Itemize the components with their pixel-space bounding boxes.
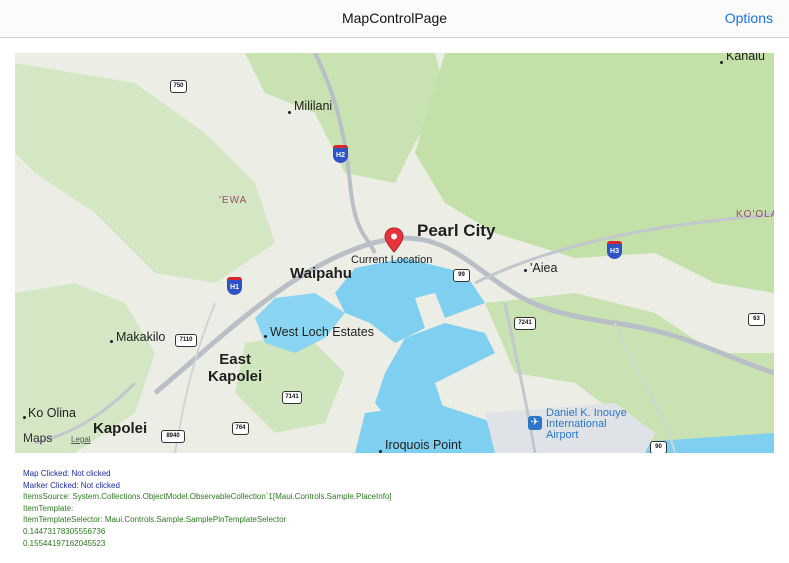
interstate-h1-icon: H1 [227, 277, 242, 295]
label-waipahu: Waipahu [290, 265, 352, 282]
map-view[interactable]: Kahalu Mililani 'EWA KO'OLA Pearl City C… [15, 53, 774, 453]
label-west-loch: West Loch Estates [270, 325, 374, 339]
page-title: MapControlPage [341, 10, 448, 26]
west-loch-dot [264, 335, 267, 338]
info-panel: Map Clicked: Not clicked Marker Clicked:… [23, 468, 392, 549]
options-button[interactable]: Options [725, 10, 773, 26]
apple-maps-logo: Maps [23, 431, 53, 445]
value-text-2: 0.15544197162045523 [23, 538, 106, 548]
interstate-h3-icon: H3 [607, 241, 622, 259]
item-template-selector-text: ItemTemplateSelector: Maui.Controls.Samp… [23, 515, 287, 525]
route-99-icon: 99 [453, 269, 470, 282]
map-clicked-text: Map Clicked: Not clicked [23, 469, 111, 478]
route-7110-icon: 7110 [175, 334, 197, 347]
label-makakilo: Makakilo [116, 330, 166, 344]
label-ko-olina: Ko Olina [28, 406, 76, 420]
marker-clicked-text: Marker Clicked: Not clicked [23, 480, 120, 490]
label-aiea: 'Aiea [530, 261, 558, 275]
route-7241-icon: 7241 [514, 317, 536, 330]
ko-olina-dot [23, 416, 26, 419]
airplane-icon: ✈ [528, 416, 542, 430]
route-63-icon: 63 [748, 313, 765, 326]
legal-link[interactable]: Legal [71, 435, 91, 444]
route-764-icon: 764 [232, 422, 249, 435]
route-8940-icon: 8940 [161, 430, 185, 443]
label-current-location: Current Location [351, 254, 433, 266]
item-template-text: ItemTemplate: [23, 503, 74, 513]
location-pin-icon[interactable] [384, 227, 404, 253]
label-mililani: Mililani [294, 99, 333, 113]
label-iroquois-point: Iroquois Point [385, 438, 462, 452]
makakilo-dot [110, 340, 113, 343]
items-source-text: ItemsSource: System.Collections.ObjectMo… [23, 492, 392, 502]
route-7141-icon: 7141 [282, 391, 302, 404]
label-kapolei: Kapolei [93, 420, 148, 437]
mililani-dot [288, 111, 291, 114]
route-750-icon: 750 [170, 80, 187, 93]
label-pearl-city: Pearl City [417, 221, 496, 240]
label-airport: Daniel K. Inouye International Airport [546, 407, 627, 441]
map-background [15, 53, 774, 453]
label-koolau: KO'OLA [736, 209, 774, 220]
label-kahalu: Kahalu [726, 53, 765, 63]
navigation-bar: MapControlPage Options [0, 0, 789, 38]
route-90-icon: 90 [650, 441, 667, 453]
value-text-1: 0.14473178305556736 [23, 526, 106, 536]
interstate-h2-icon: H2 [333, 145, 348, 163]
aiea-dot [524, 269, 527, 272]
kahalu-dot [720, 61, 723, 64]
iroquois-dot [379, 450, 382, 453]
label-ewa: 'EWA [219, 195, 248, 206]
label-east-kapolei: East Kapolei [208, 351, 263, 385]
